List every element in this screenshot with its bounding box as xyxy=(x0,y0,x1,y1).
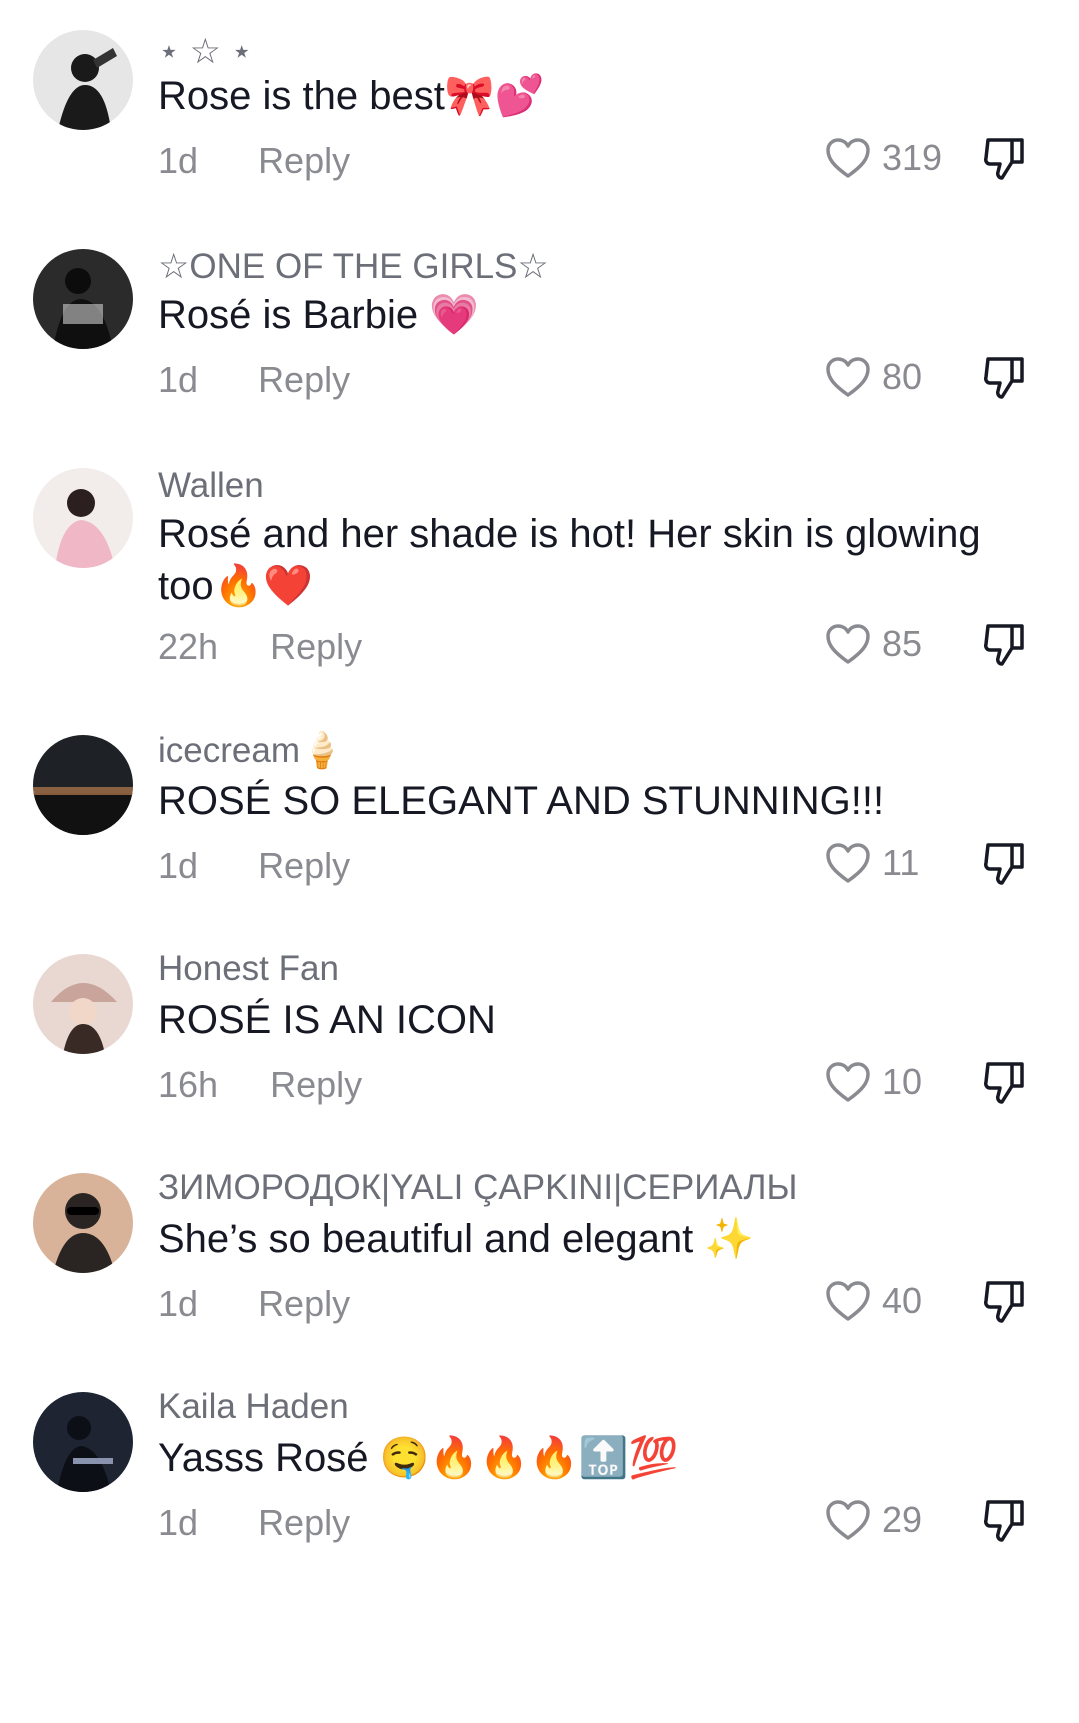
like-count: 80 xyxy=(882,356,923,397)
comment-username[interactable]: ⋆ ☆ ⋆ xyxy=(158,32,253,72)
comment-meta: 1d Reply xyxy=(158,140,350,182)
comment-meta: 1d Reply xyxy=(158,1283,350,1325)
heart-outline-icon xyxy=(826,624,870,664)
like-count: 29 xyxy=(882,1499,923,1540)
comment-meta: 16h Reply xyxy=(158,1064,362,1106)
comment-time: 1d xyxy=(158,1283,199,1324)
comment-time: 1d xyxy=(158,359,199,400)
heart-outline-icon xyxy=(826,357,870,397)
like-button[interactable]: 80 xyxy=(824,355,922,399)
reply-button[interactable]: Reply xyxy=(258,359,350,400)
avatar[interactable] xyxy=(33,954,133,1054)
comment-meta: 1d Reply xyxy=(158,845,350,887)
comment-username[interactable]: Kaila Haden xyxy=(158,1387,349,1427)
like-count: 85 xyxy=(882,623,923,664)
comment-username[interactable]: Honest Fan xyxy=(158,949,339,989)
comment-meta: 1d Reply xyxy=(158,359,350,401)
comment-text: ROSÉ SO ELEGANT AND STUNNING!!! xyxy=(158,779,885,823)
reply-button[interactable]: Reply xyxy=(270,1064,362,1105)
heart-outline-icon xyxy=(826,138,870,178)
like-button[interactable]: 29 xyxy=(824,1498,922,1542)
thumbs-down-icon[interactable] xyxy=(980,839,1028,887)
comment-username[interactable]: icecream🍦 xyxy=(158,730,344,771)
reply-button[interactable]: Reply xyxy=(258,140,350,181)
like-count: 40 xyxy=(882,1280,923,1321)
like-count: 319 xyxy=(882,137,943,178)
like-button[interactable]: 11 xyxy=(824,841,919,885)
comment-username[interactable]: ЗИМОРОДОК|YALI ÇAPKINI|СЕРИАЛЫ xyxy=(158,1168,797,1208)
heart-outline-icon xyxy=(826,843,870,883)
comment-meta: 1d Reply xyxy=(158,1502,350,1544)
thumbs-down-icon[interactable] xyxy=(980,1058,1028,1106)
thumbs-down-icon[interactable] xyxy=(980,134,1028,182)
avatar[interactable] xyxy=(33,1173,133,1273)
comment-text: She’s so beautiful and elegant ✨ xyxy=(158,1217,755,1261)
comment-list: ⋆ ☆ ⋆ Rose is the best🎀💕 1d Reply 319 ☆O… xyxy=(0,0,1079,1723)
reply-button[interactable]: Reply xyxy=(258,1283,350,1324)
like-count: 11 xyxy=(882,842,920,883)
comment-meta: 22h Reply xyxy=(158,626,362,668)
comment-text: ROSÉ IS AN ICON xyxy=(158,998,496,1042)
like-button[interactable]: 85 xyxy=(824,622,922,666)
comment-time: 1d xyxy=(158,140,199,181)
thumbs-down-icon[interactable] xyxy=(980,1277,1028,1325)
comment-text: Rosé is Barbie 💗 xyxy=(158,293,480,337)
heart-outline-icon xyxy=(826,1062,870,1102)
comment-text: Rosé and her shade is hot! Her skin is g… xyxy=(158,512,981,608)
comment-time: 1d xyxy=(158,1502,199,1543)
heart-outline-icon xyxy=(826,1281,870,1321)
comment-text: Yasss Rosé 🤤🔥🔥🔥🔝💯 xyxy=(158,1436,679,1480)
comment-text: Rose is the best🎀💕 xyxy=(158,74,545,118)
comment-time: 1d xyxy=(158,845,199,886)
heart-outline-icon xyxy=(826,1500,870,1540)
reply-button[interactable]: Reply xyxy=(270,626,362,667)
avatar[interactable] xyxy=(33,249,133,349)
reply-button[interactable]: Reply xyxy=(258,1502,350,1543)
avatar[interactable] xyxy=(33,30,133,130)
thumbs-down-icon[interactable] xyxy=(980,353,1028,401)
comment-time: 22h xyxy=(158,626,219,667)
like-count: 10 xyxy=(882,1061,923,1102)
comment-time: 16h xyxy=(158,1064,219,1105)
comment-username[interactable]: ☆ONE OF THE GIRLS☆ xyxy=(158,247,549,287)
thumbs-down-icon[interactable] xyxy=(980,620,1028,668)
reply-button[interactable]: Reply xyxy=(258,845,350,886)
comment-username[interactable]: Wallen xyxy=(158,466,264,506)
like-button[interactable]: 10 xyxy=(824,1060,922,1104)
thumbs-down-icon[interactable] xyxy=(980,1496,1028,1544)
like-button[interactable]: 40 xyxy=(824,1279,922,1323)
avatar[interactable] xyxy=(33,468,133,568)
avatar[interactable] xyxy=(33,1392,133,1492)
avatar[interactable] xyxy=(33,735,133,835)
like-button[interactable]: 319 xyxy=(824,136,942,180)
